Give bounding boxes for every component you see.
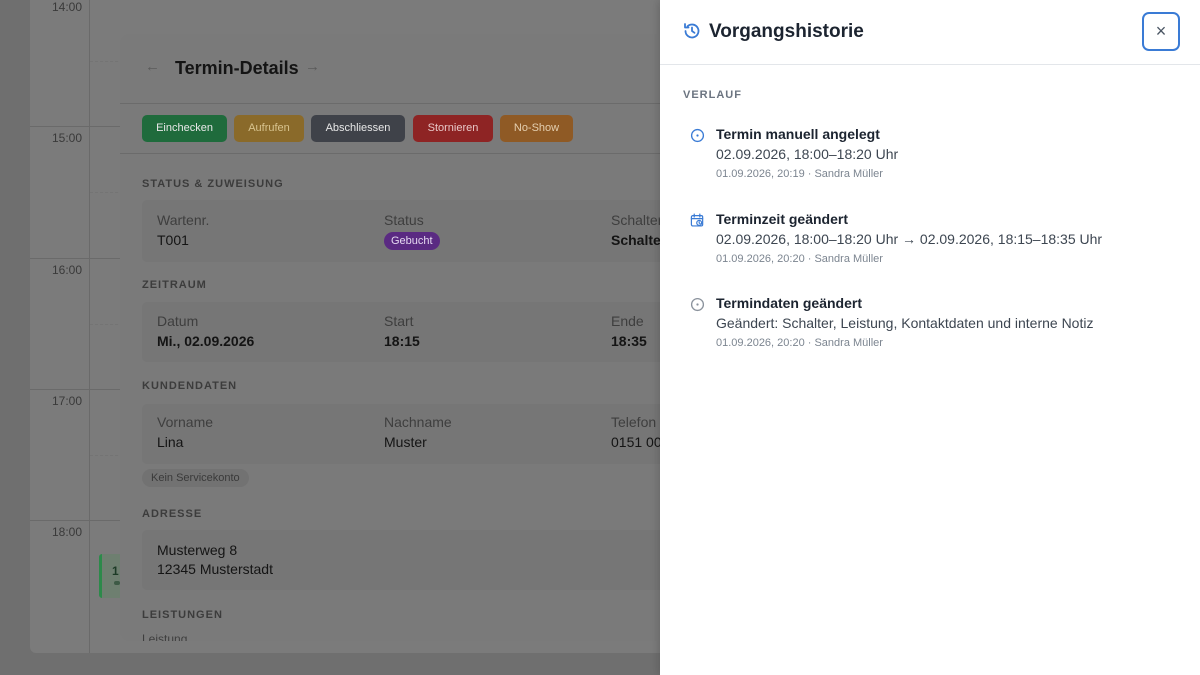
status-label: Status xyxy=(384,212,424,228)
prev-arrow-icon[interactable]: ← xyxy=(145,58,160,75)
entry-title: Terminzeit geändert xyxy=(716,211,848,227)
entry-title: Termin manuell angelegt xyxy=(716,126,880,142)
close-button[interactable]: × xyxy=(1142,12,1180,51)
section-title-address: ADRESSE xyxy=(142,508,203,520)
modal-title: Termin-Details xyxy=(175,58,299,78)
hour-label: 15:00 xyxy=(52,131,83,145)
address-card: Musterweg 8 12345 Musterstadt xyxy=(142,530,682,590)
section-title-services: LEISTUNGEN xyxy=(142,609,223,621)
complete-button[interactable]: Abschliessen xyxy=(311,115,405,142)
end-value: 18:35 xyxy=(611,333,647,349)
last-name-value: Muster xyxy=(384,434,427,450)
entry-meta: 01.09.2026, 20:20 · Sandra Müller xyxy=(716,337,883,349)
start-field: Start 18:15 xyxy=(384,313,420,349)
end-field: Ende 18:35 xyxy=(611,313,647,349)
service-account-pill: Kein Servicekonto xyxy=(142,469,249,487)
entry-detail: Geändert: Schalter, Leistung, Kontaktdat… xyxy=(716,315,1094,331)
phone-field: Telefon 0151 00 xyxy=(611,414,662,450)
hour-label: 17:00 xyxy=(52,394,83,408)
entry-title: Termindaten geändert xyxy=(716,295,862,311)
wait-number-field: Wartenr. T001 xyxy=(157,212,209,248)
counter-field: Schalter Schalter xyxy=(611,212,666,248)
customer-card: Vorname Lina Nachname Muster Telefon 015… xyxy=(142,404,682,464)
calendar-clock-icon xyxy=(690,213,704,227)
phone-value: 0151 00 xyxy=(611,434,662,450)
counter-label: Schalter xyxy=(611,212,663,228)
first-name-value: Lina xyxy=(157,434,184,450)
section-title-status: STATUS & ZUWEISUNG xyxy=(142,178,284,190)
first-name-field: Vorname Lina xyxy=(157,414,213,450)
history-icon xyxy=(684,23,700,39)
last-name-field: Nachname Muster xyxy=(384,414,452,450)
call-button[interactable]: Aufrufen xyxy=(234,115,304,142)
appointment-details-modal: ← Termin-Details → Einchecken Aufrufen A… xyxy=(120,34,700,641)
history-section-label: VERLAUF xyxy=(683,89,742,101)
date-label: Datum xyxy=(157,313,199,329)
address-city: 12345 Musterstadt xyxy=(157,561,273,577)
checkin-button[interactable]: Einchecken xyxy=(142,115,227,142)
hour-label: 16:00 xyxy=(52,263,83,277)
modal-header: ← Termin-Details → xyxy=(120,34,700,104)
entry-detail: 02.09.2026, 18:00–18:20 Uhr → 02.09.2026… xyxy=(716,231,1103,247)
event-label: 1 xyxy=(112,564,119,578)
panel-header: Vorgangshistorie × xyxy=(660,0,1200,65)
action-bar: Einchecken Aufrufen Abschliessen Stornie… xyxy=(120,104,700,154)
entry-meta: 01.09.2026, 20:20 · Sandra Müller xyxy=(716,253,883,265)
close-icon: × xyxy=(1155,21,1167,41)
date-value: Mi., 02.09.2026 xyxy=(157,333,255,349)
start-label: Start xyxy=(384,313,414,329)
last-name-label: Nachname xyxy=(384,414,452,430)
service-label: Leistung xyxy=(142,632,188,641)
hour-label: 18:00 xyxy=(52,525,83,539)
info-circle-icon xyxy=(690,128,705,143)
noshow-button[interactable]: No-Show xyxy=(500,115,573,142)
entry-detail: 02.09.2026, 18:00–18:20 Uhr xyxy=(716,146,899,162)
period-card: Datum Mi., 02.09.2026 Start 18:15 Ende 1… xyxy=(142,302,682,362)
address-street: Musterweg 8 xyxy=(157,542,238,558)
info-circle-grey-icon xyxy=(690,297,705,312)
status-card: Wartenr. T001 Status Gebucht Schalter Sc… xyxy=(142,200,682,262)
history-panel: Vorgangshistorie × VERLAUF Termin manuel… xyxy=(660,0,1200,675)
wait-number-value: T001 xyxy=(157,232,189,248)
section-title-period: ZEITRAUM xyxy=(142,279,207,291)
status-badge: Gebucht xyxy=(384,232,440,250)
wait-number-label: Wartenr. xyxy=(157,212,210,228)
hour-label: 14:00 xyxy=(52,0,83,14)
section-title-customer: KUNDENDATEN xyxy=(142,380,238,392)
counter-value: Schalter xyxy=(611,232,667,248)
next-arrow-icon[interactable]: → xyxy=(305,58,320,75)
start-value: 18:15 xyxy=(384,333,420,349)
end-label: Ende xyxy=(611,313,644,329)
date-field: Datum Mi., 02.09.2026 xyxy=(157,313,254,349)
phone-label: Telefon xyxy=(611,414,657,430)
panel-title: Vorgangshistorie xyxy=(709,21,864,42)
status-field: Status Gebucht xyxy=(384,212,440,250)
entry-meta: 01.09.2026, 20:19 · Sandra Müller xyxy=(716,168,883,180)
cancel-button[interactable]: Stornieren xyxy=(413,115,493,142)
first-name-label: Vorname xyxy=(157,414,214,430)
